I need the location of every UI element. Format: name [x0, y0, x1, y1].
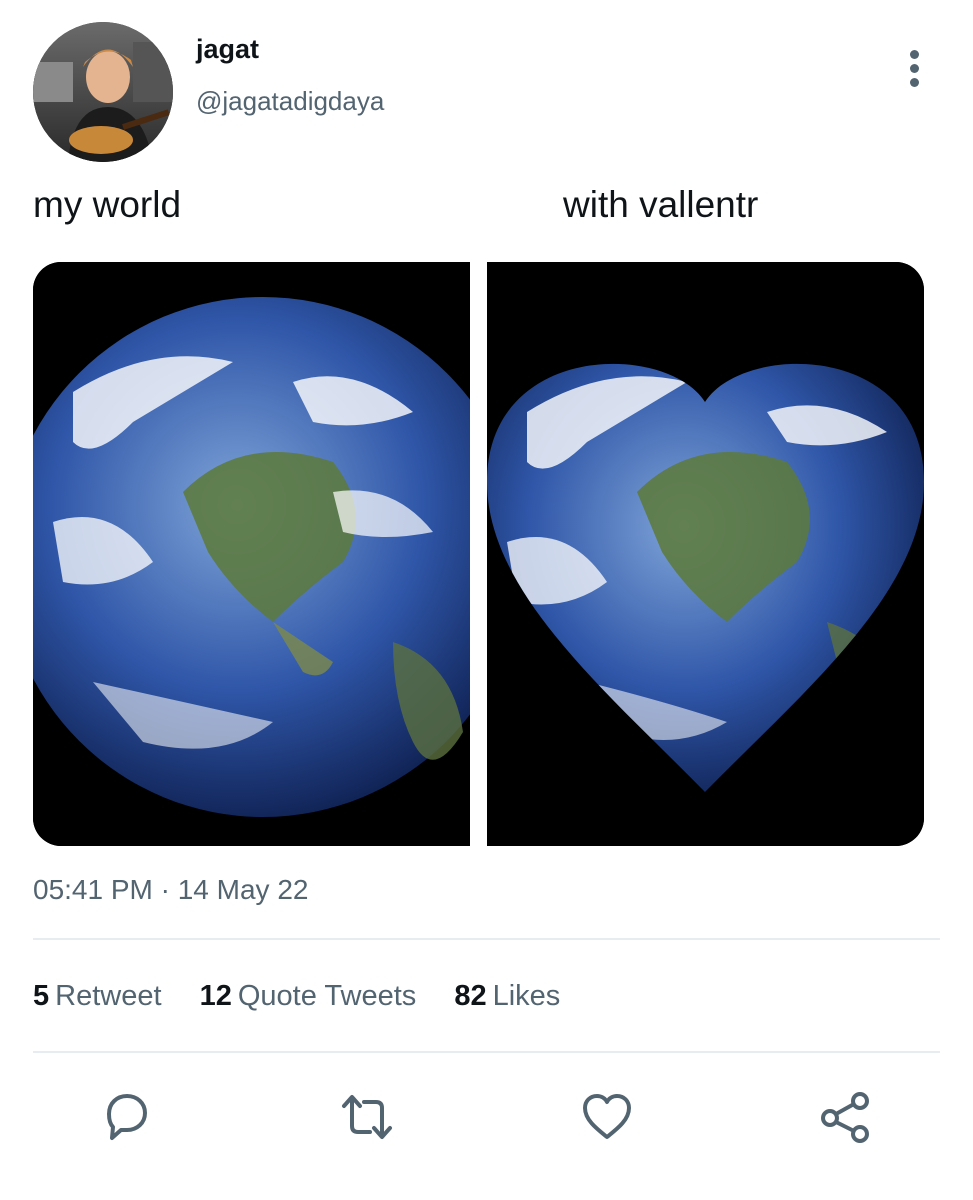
divider — [33, 938, 940, 940]
author-name[interactable]: jagat — [196, 34, 259, 65]
media-image-earth-globe[interactable] — [33, 262, 470, 846]
retweet-button[interactable] — [340, 1090, 394, 1144]
tweet-stats: 5 Retweet 12 Quote Tweets 82 Likes — [33, 980, 590, 1013]
retweets-count: 5 — [33, 980, 50, 1012]
share-button[interactable] — [818, 1090, 872, 1144]
retweet-icon — [342, 1095, 392, 1139]
likes-stat[interactable]: 82 Likes — [454, 980, 560, 1013]
retweets-stat[interactable]: 5 Retweet — [33, 980, 162, 1013]
media-grid — [33, 262, 924, 846]
tweet-text-left: my world — [33, 184, 182, 225]
heart-icon — [583, 1094, 631, 1139]
share-icon — [821, 1092, 869, 1143]
likes-count: 82 — [454, 980, 487, 1012]
quote-tweets-count: 12 — [199, 980, 232, 1012]
likes-label: Likes — [492, 980, 561, 1012]
quote-tweets-stat[interactable]: 12 Quote Tweets — [200, 980, 417, 1013]
author-handle[interactable]: @jagatadigdaya — [196, 86, 384, 117]
more-options-button[interactable] — [900, 48, 930, 90]
avatar[interactable] — [33, 22, 173, 162]
reply-button[interactable] — [99, 1090, 153, 1144]
retweets-label: Retweet — [55, 980, 162, 1012]
like-button[interactable] — [580, 1090, 634, 1144]
quote-tweets-label: Quote Tweets — [237, 980, 417, 1012]
tweet-text-right: with vallentr — [563, 184, 759, 225]
more-vertical-icon — [910, 64, 919, 73]
divider — [33, 1051, 940, 1053]
more-vertical-icon — [910, 78, 919, 87]
tweet-timestamp[interactable]: 05:41 PM · 14 May 22 — [33, 874, 308, 906]
reply-icon — [107, 1094, 147, 1140]
more-vertical-icon — [910, 50, 919, 59]
media-image-earth-heart[interactable] — [487, 262, 924, 846]
